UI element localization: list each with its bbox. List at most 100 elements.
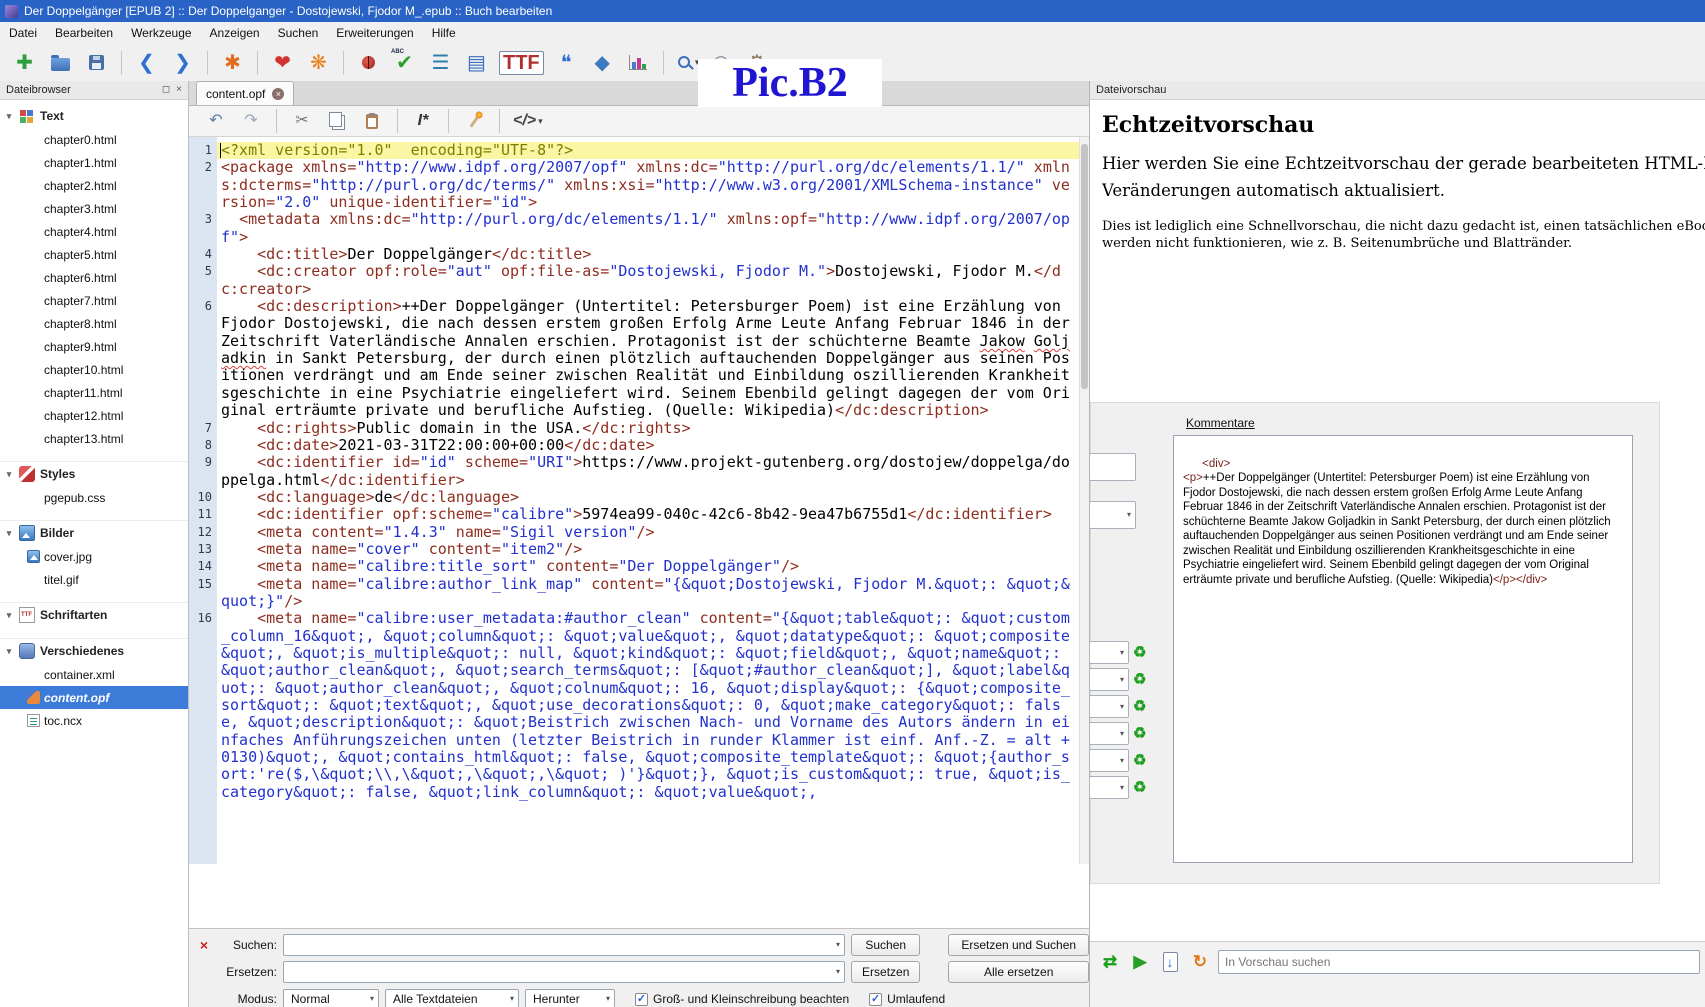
tree-item[interactable]: pgepub.css [0,486,188,509]
mode-select[interactable]: Normal ▾ [283,989,379,1007]
menu-item[interactable]: Werkzeuge [122,23,200,43]
editor-scrollbar[interactable] [1079,137,1089,864]
author-swap-icon[interactable]: ♻ [1133,672,1146,687]
font-obfuscation-icon[interactable]: TTF [496,48,547,78]
preview-search-input[interactable] [1218,950,1700,974]
donate-icon[interactable]: ❤ [266,48,299,78]
cut-icon[interactable]: ✂ [287,107,317,135]
tree-item[interactable]: chapter11.html [0,381,188,404]
menu-item[interactable]: Anzeigen [201,23,269,43]
clean-source-icon[interactable]: ◆ [586,48,619,78]
tree-section[interactable]: ▾ Text [0,104,188,128]
replace-button[interactable]: Ersetzen [851,961,921,983]
save-icon[interactable] [80,48,113,78]
search-input[interactable]: ▾ [283,934,845,956]
refresh-preview-icon[interactable]: ⇄ [1098,950,1122,974]
author-swap-icon[interactable]: ♻ [1133,726,1146,741]
tree-section[interactable]: ▾ Bilder [0,520,188,545]
tree-item[interactable]: chapter10.html [0,358,188,381]
replace-all-button[interactable]: Alle ersetzen [948,961,1089,983]
tree-item[interactable]: chapter4.html [0,220,188,243]
author-swap-icon[interactable]: ♻ [1133,699,1146,714]
tree-item[interactable]: chapter13.html [0,427,188,450]
image-file-icon [27,550,40,563]
tree-item[interactable]: chapter1.html [0,151,188,174]
combobox-fragment[interactable]: ▾ [1090,501,1136,529]
reload-preview-icon[interactable]: ↻ [1188,950,1212,974]
combobox-fragment[interactable]: ▾ [1090,749,1129,772]
new-file-icon[interactable]: ✚ [8,48,41,78]
author-swap-icon[interactable]: ♻ [1133,645,1146,660]
tree-section[interactable]: ▾Schriftarten [0,602,188,627]
editor-column: content.opf × ↶ ↷ ✂ I* </> ▾ 1 <?xml version="… [189,81,1089,1007]
tree-item[interactable]: titel.gif [0,568,188,591]
menu-item[interactable]: Suchen [269,23,328,43]
scrollbar-thumb[interactable] [1081,144,1088,389]
preview-header: Dateivorschau [1090,81,1705,100]
direction-select[interactable]: Herunter ▾ [525,989,615,1007]
forward-icon[interactable]: ❯ [166,48,199,78]
quotes-icon[interactable]: ❝ [550,48,583,78]
spellcheck-icon[interactable]: ✔ ABC [388,48,421,78]
reformat-html-icon[interactable]: ☰ [424,48,457,78]
tree-item[interactable]: content.opf [0,686,188,709]
code-editor[interactable]: 1 <?xml version="1.0" encoding="UTF-8"?> 2… [189,137,1089,864]
menu-item[interactable]: Erweiterungen [327,23,422,43]
tab-content-opf[interactable]: content.opf × [196,81,295,105]
tree-item[interactable]: chapter12.html [0,404,188,427]
reports-icon[interactable] [622,48,655,78]
combobox-fragment[interactable]: ▾ [1090,641,1129,664]
insert-special-icon[interactable]: I* [408,107,438,135]
tree-item[interactable]: chapter3.html [0,197,188,220]
mend-icon[interactable] [459,107,489,135]
files-scope-select[interactable]: Alle Textdateien ▾ [385,989,519,1007]
author-swap-icon[interactable]: ♻ [1133,753,1146,768]
tree-section[interactable]: ▾ Verschiedenes [0,638,188,663]
tree-item[interactable]: chapter5.html [0,243,188,266]
combobox-fragment[interactable]: ▾ [1090,722,1129,745]
copy-shape [328,112,342,127]
code-view-icon[interactable]: </> ▾ [510,107,546,135]
tree-item[interactable]: chapter7.html [0,289,188,312]
redo-icon[interactable]: ↷ [236,107,266,135]
run-preview-icon[interactable]: ▶ [1128,950,1152,974]
combobox-fragment[interactable] [1090,453,1136,481]
menu-item[interactable]: Hilfe [423,23,465,43]
author-swap-icon[interactable]: ♻ [1133,780,1146,795]
replace-input[interactable]: ▾ [283,961,845,983]
menu-item[interactable]: Datei [0,23,46,43]
tree-item[interactable]: chapter9.html [0,335,188,358]
combobox-fragment[interactable]: ▾ [1090,695,1129,718]
tree-section[interactable]: ▾ Styles [0,461,188,486]
wellformed-check-icon[interactable] [352,48,385,78]
case-sensitive-checkbox[interactable]: ✓ Groß- und Kleinschreibung beachten [635,992,849,1006]
wrap-checkbox[interactable]: ✓ Umlaufend [869,992,945,1006]
replace-and-find-button[interactable]: Ersetzen und Suchen [948,934,1089,956]
paste-icon[interactable] [357,107,387,135]
close-panel-icon[interactable]: × [176,85,182,95]
combobox-fragment[interactable]: ▾ [1090,668,1129,691]
undock-panel-icon[interactable]: ◻ [162,85,170,95]
undo-icon[interactable]: ↶ [201,107,231,135]
comments-editor[interactable]: <div> <p>++Der Doppelgänger (Untertitel:… [1173,435,1633,863]
tree-item[interactable]: toc.ncx [0,709,188,732]
copy-icon[interactable] [322,107,352,135]
combobox-fragment[interactable]: ▾ [1090,776,1129,799]
tree-item[interactable]: chapter2.html [0,174,188,197]
chevron-down-icon: ▾ [538,115,543,126]
tree-item[interactable]: chapter0.html [0,128,188,151]
find-button[interactable]: Suchen [851,934,921,956]
tree-item[interactable]: chapter6.html [0,266,188,289]
plugin-manager-icon[interactable]: ❋ [302,48,335,78]
save-preview-icon[interactable]: ↓ [1158,950,1182,974]
tree-item[interactable]: container.xml [0,663,188,686]
tab-close-icon[interactable]: × [272,87,285,100]
bookmark-icon[interactable]: ✱ [216,48,249,78]
close-search-icon[interactable]: × [197,938,211,952]
back-icon[interactable]: ❮ [130,48,163,78]
index-editor-icon[interactable]: ▤ [460,48,493,78]
menu-item[interactable]: Bearbeiten [46,23,122,43]
tree-item[interactable]: cover.jpg [0,545,188,568]
tree-item[interactable]: chapter8.html [0,312,188,335]
open-file-icon[interactable] [44,48,77,78]
